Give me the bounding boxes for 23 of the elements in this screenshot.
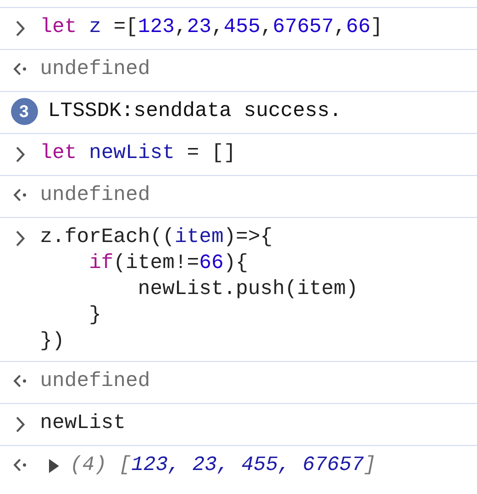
return-arrow-icon xyxy=(13,188,27,202)
code-line: z.forEach((item)=>{ xyxy=(40,225,274,251)
expand-triangle-icon[interactable] xyxy=(48,458,60,474)
prompt-chevron-icon xyxy=(15,20,25,37)
prompt-chevron-icon xyxy=(15,230,25,247)
return-arrow-icon xyxy=(13,374,27,388)
return-arrow-icon xyxy=(13,62,27,76)
result-text: undefined xyxy=(40,57,152,83)
log-message: LTSSDK:senddata success. xyxy=(48,99,343,125)
code-line: let z =[123,23,455,67657,66] xyxy=(40,15,384,41)
code-line: let newList = [] xyxy=(40,141,237,167)
prompt-chevron-icon xyxy=(15,146,25,163)
code-line: newList xyxy=(40,411,127,437)
code-line: } xyxy=(88,303,102,329)
result-text: undefined xyxy=(40,183,152,209)
prompt-chevron-icon xyxy=(15,416,25,433)
return-arrow-icon xyxy=(13,458,27,472)
code-line: }) xyxy=(40,329,66,355)
code-line: if(item!=66){ xyxy=(88,251,250,277)
result-text: undefined xyxy=(40,369,152,395)
repeat-count-badge: 3 xyxy=(10,98,38,125)
code-line: newList.push(item) xyxy=(136,277,360,303)
array-preview: (4) [123, 23, 455, 67657] xyxy=(70,453,376,479)
